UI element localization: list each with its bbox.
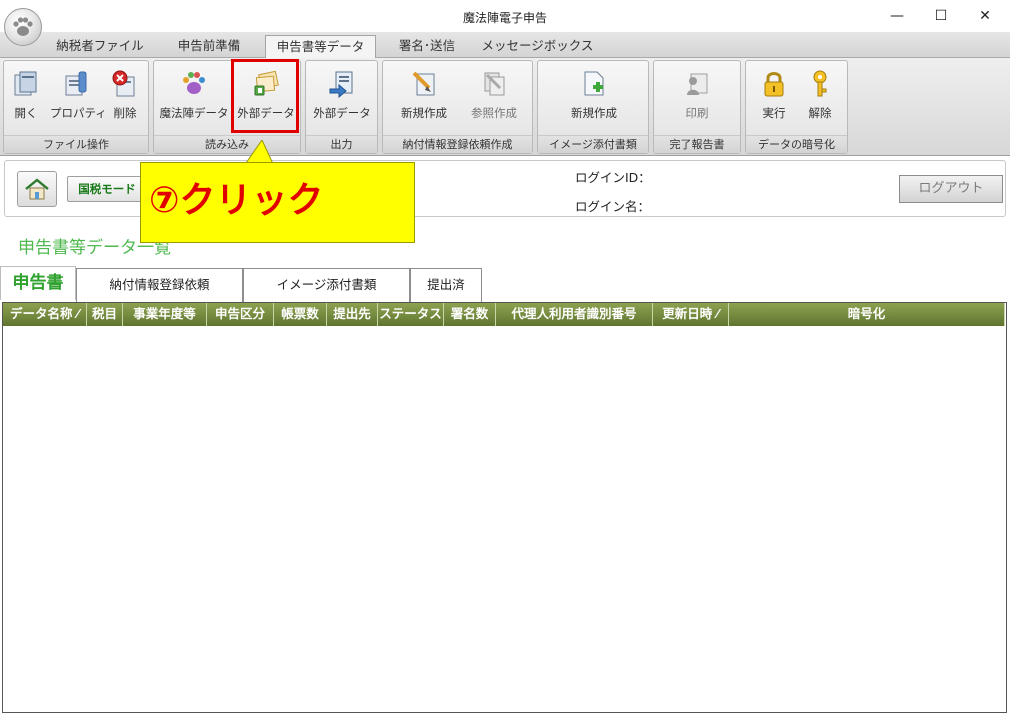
tab-tax-return[interactable]: 申告書 bbox=[0, 266, 76, 300]
tab-pre-filing[interactable]: 申告前準備 bbox=[164, 35, 254, 58]
group-completion-report: 印刷 完了報告書 bbox=[653, 60, 741, 154]
export-external-data-button[interactable]: 外部データ bbox=[310, 65, 374, 129]
delete-icon bbox=[112, 70, 135, 97]
properties-button[interactable]: プロパティ bbox=[50, 65, 107, 129]
sub-tab-bar: 申告書 納付情報登録依頼 イメージ添付書類 提出済 bbox=[0, 266, 1010, 302]
add-document-icon bbox=[584, 71, 604, 96]
payment-reference-button[interactable]: 参照作成 bbox=[459, 65, 529, 129]
maximize-button[interactable]: ☐ bbox=[918, 0, 964, 32]
open-button[interactable]: 開く bbox=[4, 65, 48, 129]
external-data-export-icon bbox=[329, 71, 353, 99]
highlight-box bbox=[231, 59, 299, 133]
group-label: データの暗号化 bbox=[746, 135, 847, 153]
column-header-signature-count[interactable]: 署名数 bbox=[444, 303, 496, 326]
close-button[interactable]: ✕ bbox=[962, 0, 1008, 32]
home-icon bbox=[25, 178, 49, 200]
menu-tab-bar: 納税者ファイル 申告前準備 申告書等データ 署名･送信 メッセージボックス bbox=[0, 32, 1010, 58]
annotation-text: ⑦クリック bbox=[149, 180, 324, 221]
column-header-data-name[interactable]: データ名称 ⁄ bbox=[3, 303, 87, 326]
column-header-status[interactable]: ステータス bbox=[378, 303, 444, 326]
tab-submitted[interactable]: 提出済 bbox=[410, 268, 482, 302]
column-header-agent-id[interactable]: 代理人利用者識別番号 bbox=[496, 303, 653, 326]
group-image-attachments: 新規作成 イメージ添付書類 bbox=[537, 60, 649, 154]
new-document-icon bbox=[412, 71, 435, 96]
tab-image-attachments[interactable]: イメージ添付書類 bbox=[243, 268, 410, 302]
tab-sign-send[interactable]: 署名･送信 bbox=[386, 35, 468, 58]
group-data-encryption: 実行 解除 データの暗号化 bbox=[745, 60, 848, 154]
column-header-encryption[interactable]: 暗号化 bbox=[729, 303, 1005, 326]
table-header: データ名称 ⁄ 税目 事業年度等 申告区分 帳票数 提出先 ステータス 署名数 … bbox=[3, 303, 1005, 326]
payment-new-button[interactable]: 新規作成 bbox=[389, 65, 459, 129]
group-output: 外部データ 出力 bbox=[305, 60, 378, 154]
column-header-filing-type[interactable]: 申告区分 bbox=[207, 303, 274, 326]
home-button[interactable] bbox=[17, 171, 57, 207]
tab-message-box[interactable]: メッセージボックス bbox=[480, 35, 595, 58]
tab-taxpayer-file[interactable]: 納税者ファイル bbox=[48, 35, 152, 58]
tab-payment-request[interactable]: 納付情報登録依頼 bbox=[76, 268, 243, 302]
key-icon bbox=[813, 70, 827, 97]
group-label: ファイル操作 bbox=[4, 135, 148, 153]
delete-button[interactable]: 削除 bbox=[103, 65, 147, 129]
ribbon: 開く プロパティ 削除 ファイル操作 魔法陣データ 外部データ 読み込み 外部デ… bbox=[0, 58, 1010, 156]
group-label: 読み込み bbox=[154, 135, 300, 153]
paw-icon bbox=[13, 17, 33, 36]
login-name-label: ログイン名： bbox=[575, 199, 651, 214]
column-header-tax-item[interactable]: 税目 bbox=[87, 303, 123, 326]
reference-document-icon bbox=[484, 72, 505, 96]
annotation-callout: ⑦クリック bbox=[140, 162, 415, 243]
column-header-updated-at[interactable]: 更新日時 ⁄ bbox=[653, 303, 729, 326]
logout-button[interactable]: ログアウト bbox=[899, 175, 1003, 203]
group-label: 完了報告書 bbox=[654, 135, 740, 153]
app-menu-button[interactable] bbox=[4, 8, 42, 46]
paw-import-icon bbox=[183, 72, 205, 94]
import-mahoujin-data-button[interactable]: 魔法陣データ bbox=[158, 65, 230, 129]
print-button[interactable]: 印刷 bbox=[668, 65, 726, 129]
group-label: 出力 bbox=[306, 135, 377, 153]
group-file-operations: 開く プロパティ 削除 ファイル操作 bbox=[3, 60, 149, 154]
column-header-fiscal-year[interactable]: 事業年度等 bbox=[123, 303, 207, 326]
tab-return-data[interactable]: 申告書等データ bbox=[265, 35, 376, 58]
title-bar: 魔法陣電子申告 — ☐ ✕ bbox=[0, 0, 1010, 32]
encrypt-release-button[interactable]: 解除 bbox=[798, 65, 842, 129]
lock-icon bbox=[764, 72, 784, 97]
column-header-destination[interactable]: 提出先 bbox=[327, 303, 378, 326]
mode-button[interactable]: 国税モード bbox=[67, 176, 147, 202]
data-table[interactable]: データ名称 ⁄ 税目 事業年度等 申告区分 帳票数 提出先 ステータス 署名数 … bbox=[2, 302, 1007, 713]
minimize-button[interactable]: — bbox=[874, 0, 920, 32]
column-header-form-count[interactable]: 帳票数 bbox=[274, 303, 327, 326]
properties-icon bbox=[65, 71, 87, 96]
group-label: 納付情報登録依頼作成 bbox=[383, 135, 532, 153]
group-label: イメージ添付書類 bbox=[538, 135, 648, 153]
image-attachment-new-button[interactable]: 新規作成 bbox=[558, 65, 630, 129]
encrypt-execute-button[interactable]: 実行 bbox=[752, 65, 796, 129]
print-icon bbox=[687, 73, 708, 95]
open-file-icon bbox=[14, 71, 37, 96]
group-payment-request: 新規作成 参照作成 納付情報登録依頼作成 bbox=[382, 60, 533, 154]
window-title: 魔法陣電子申告 bbox=[462, 11, 547, 25]
login-id-label: ログインID： bbox=[575, 170, 651, 185]
